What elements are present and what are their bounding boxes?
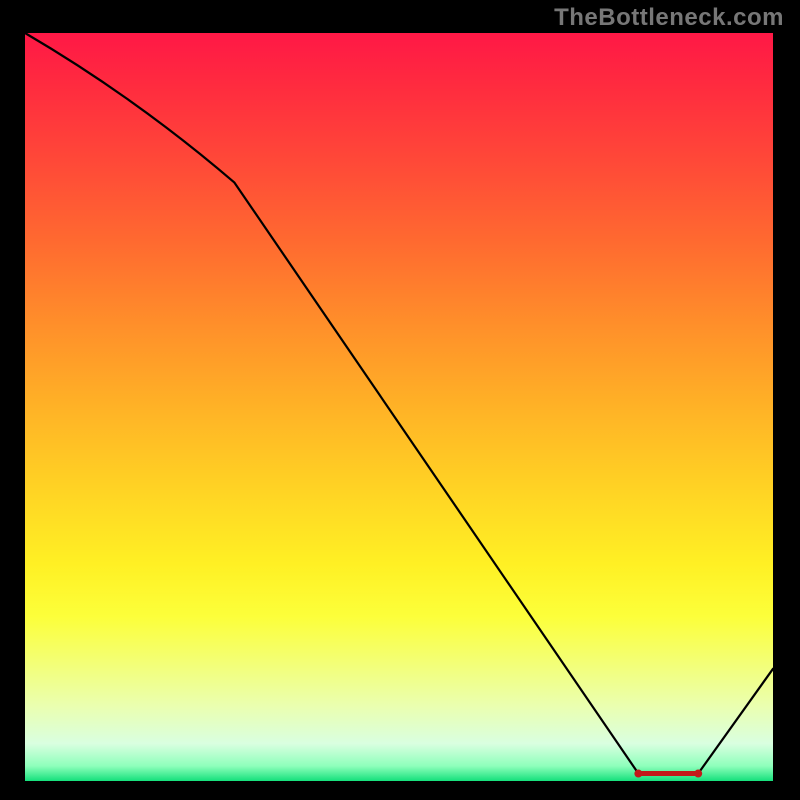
optimal-range-start-dot bbox=[634, 770, 642, 778]
attribution-text: TheBottleneck.com bbox=[554, 4, 784, 32]
chart-overlay bbox=[25, 33, 773, 781]
bottleneck-curve bbox=[25, 33, 773, 774]
optimal-range-end-dot bbox=[694, 770, 702, 778]
chart-root: TheBottleneck.com bbox=[0, 0, 800, 800]
